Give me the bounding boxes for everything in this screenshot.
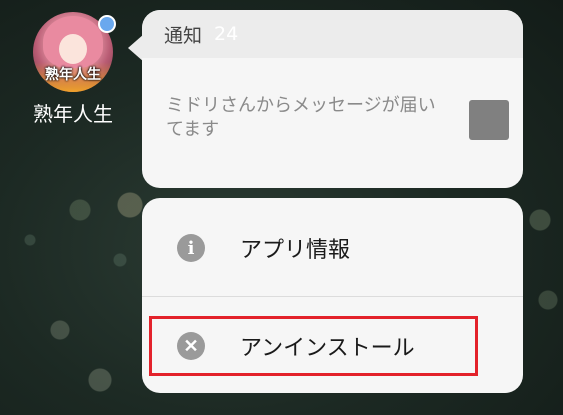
menu-item-label: アプリ情報 xyxy=(240,238,351,263)
notification-count: 24 xyxy=(214,23,239,45)
icon-character-face xyxy=(59,34,87,64)
notification-header: 通知 24 xyxy=(142,10,523,58)
menu-item-app-info[interactable]: i アプリ情報 xyxy=(142,200,523,296)
notification-message[interactable]: ミドリさんからメッセージが届いてます xyxy=(166,94,446,142)
app-name-label: 熟年人生 xyxy=(33,102,113,126)
uninstall-highlight-box xyxy=(149,316,478,376)
notification-thumbnail xyxy=(469,100,509,140)
menu-divider xyxy=(142,296,523,297)
notification-card[interactable]: 通知 24 ミドリさんからメッセージが届いてます xyxy=(142,10,523,188)
notification-header-label: 通知 xyxy=(164,24,203,47)
app-icon-text: 熟年人生 xyxy=(45,67,101,83)
info-icon: i xyxy=(177,234,205,262)
notification-badge-dot xyxy=(98,15,116,33)
